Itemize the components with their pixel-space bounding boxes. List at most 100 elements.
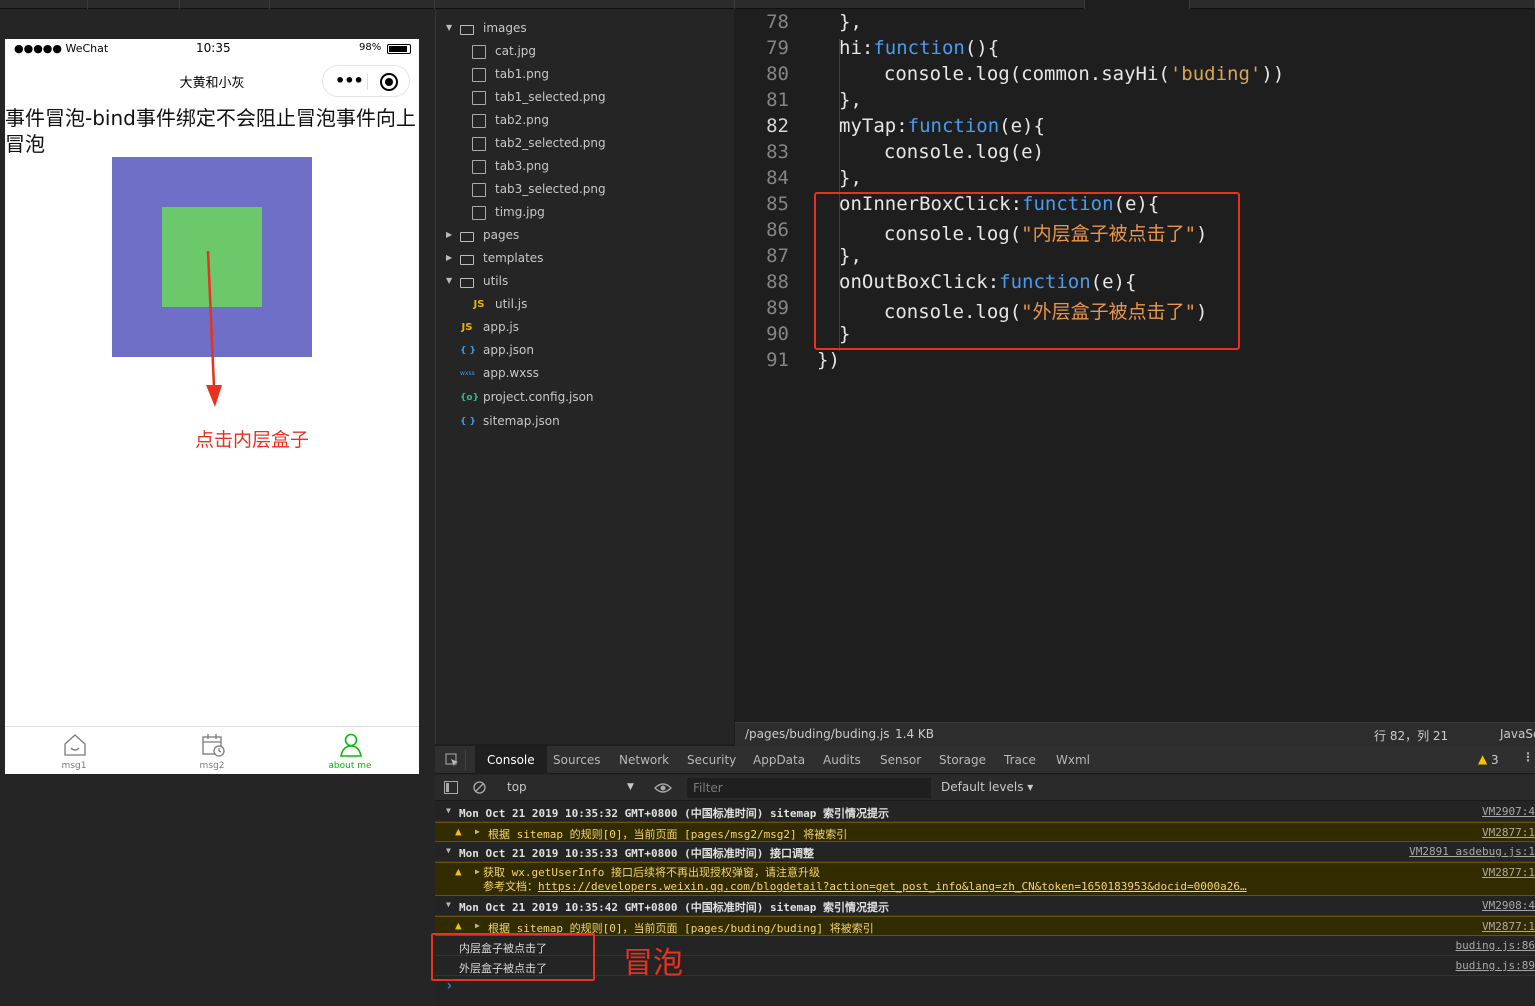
chevron-down-icon[interactable]: ▼ — [446, 276, 452, 285]
file-item[interactable]: tab1.png — [446, 64, 726, 87]
editor-tab-active[interactable] — [1085, 0, 1190, 9]
tab-trace[interactable]: Trace — [1004, 753, 1036, 767]
chevron-down-icon[interactable]: ▼ — [446, 846, 451, 855]
source-link[interactable]: VM2877:1 — [1482, 866, 1535, 879]
carrier-label: ●●●●● WeChat — [14, 42, 109, 55]
close-mini-program-icon[interactable] — [380, 73, 398, 91]
code-line[interactable]: 83 console.log(e) — [735, 141, 1535, 167]
tab-about-me[interactable]: about me — [281, 727, 419, 775]
console-group-row[interactable]: ▼ Mon Oct 21 2019 10:35:42 GMT+0800 (中国标准… — [435, 896, 1535, 916]
editor-tab[interactable] — [270, 0, 435, 9]
file-item[interactable]: wxss app.wxss — [446, 363, 726, 386]
file-item[interactable]: { } sitemap.json — [446, 411, 726, 434]
console-warn-row[interactable]: ▲ ▶ 获取 wx.getUserInfo 接口后续将不再出现授权弹窗，请注意升级参… — [435, 862, 1535, 896]
file-item[interactable]: tab2_selected.png — [446, 133, 726, 156]
tab-network[interactable]: Network — [619, 753, 669, 767]
file-item[interactable]: tab3.png — [446, 156, 726, 179]
code-editor[interactable]: 78}, 79 hi:function(){80 console.log(commo… — [735, 9, 1535, 722]
source-link[interactable]: buding.js:89 — [1456, 959, 1535, 972]
file-name: timg.jpg — [495, 205, 545, 219]
chevron-down-icon[interactable]: ▼ — [627, 782, 634, 792]
cursor-position[interactable]: 行 82，列 21 — [1374, 727, 1448, 744]
warning-text: 获取 wx.getUserInfo 接口后续将不再出现授权弹窗，请注意升级 — [483, 866, 820, 879]
tab-storage[interactable]: Storage — [939, 753, 986, 767]
devtools-menu-icon[interactable]: ⋮ — [1522, 750, 1534, 764]
console-log-row[interactable]: 内层盒子被点击了 buding.js:86 — [435, 936, 1535, 956]
code-line[interactable]: 80 console.log(common.sayHi('buding')) — [735, 63, 1535, 89]
editor-tab[interactable] — [735, 0, 1085, 9]
eye-icon[interactable] — [654, 782, 672, 794]
console-log-row[interactable]: 外层盒子被点击了 buding.js:89 — [435, 956, 1535, 976]
tab-sources[interactable]: Sources — [553, 753, 600, 767]
chevron-right-icon[interactable]: ▶ — [475, 827, 480, 836]
more-menu-button[interactable]: ••• — [335, 71, 364, 90]
sidebar-toggle-icon[interactable] — [444, 781, 458, 794]
code-text: }) — [817, 349, 840, 371]
chevron-down-icon[interactable]: ▼ — [446, 806, 451, 815]
code-line[interactable]: 82 myTap:function(e){ — [735, 115, 1535, 141]
file-item[interactable]: timg.jpg — [446, 202, 726, 225]
folder-item[interactable]: ▼ images — [446, 18, 726, 41]
code-line[interactable]: 84}, — [735, 167, 1535, 193]
folder-item[interactable]: ▼ utils — [446, 271, 726, 294]
source-link[interactable]: VM2908:4 — [1482, 899, 1535, 912]
console-group-row[interactable]: ▼ Mon Oct 21 2019 10:35:33 GMT+0800 (中国标准… — [435, 842, 1535, 862]
tab-msg1[interactable]: msg1 — [5, 727, 143, 775]
folder-item[interactable]: ▶ pages — [446, 225, 726, 248]
file-item[interactable]: tab1_selected.png — [446, 87, 726, 110]
chevron-down-icon[interactable]: ▼ — [446, 23, 452, 32]
file-item[interactable]: tab2.png — [446, 110, 726, 133]
chevron-right-icon[interactable]: ▶ — [475, 921, 480, 930]
file-item[interactable]: {o} project.config.json — [446, 387, 726, 410]
tab-audits[interactable]: Audits — [823, 753, 861, 767]
tab-msg2[interactable]: msg2 — [143, 727, 281, 775]
chevron-right-icon[interactable]: ▶ — [446, 253, 452, 262]
editor-tab[interactable] — [435, 0, 735, 9]
code-line[interactable]: 91}) — [735, 349, 1535, 375]
code-token: (){ — [964, 37, 1000, 59]
file-item[interactable]: tab3_selected.png — [446, 179, 726, 202]
console-warn-row[interactable]: ▲ ▶ 根据 sitemap 的规则[0]，当前页面 [pages/msg2/msg… — [435, 822, 1535, 842]
clear-console-icon[interactable] — [473, 781, 486, 794]
editor-tab[interactable] — [0, 0, 88, 9]
tab-console[interactable]: Console — [475, 746, 547, 774]
log-levels-select[interactable]: Default levels ▾ — [941, 780, 1033, 794]
js-file-icon: JS — [461, 322, 473, 333]
source-link[interactable]: VM2891 asdebug.js:1 — [1409, 845, 1535, 858]
line-number: 83 — [766, 141, 789, 163]
console-filter-input[interactable]: Filter — [687, 778, 931, 798]
file-item[interactable]: { } app.json — [446, 340, 726, 363]
editor-tab[interactable] — [180, 0, 270, 9]
warning-count[interactable]: 3 — [1491, 753, 1499, 767]
editor-tab[interactable] — [88, 0, 180, 9]
tab-security[interactable]: Security — [687, 753, 736, 767]
tab-appdata[interactable]: AppData — [753, 753, 805, 767]
inspect-element-icon[interactable] — [445, 753, 459, 767]
file-item[interactable]: JS util.js — [446, 294, 726, 317]
image-file-icon — [472, 160, 486, 174]
code-text: console.log(e) — [861, 141, 1044, 163]
console-warn-row[interactable]: ▲ ▶ 根据 sitemap 的规则[0]，当前页面 [pages/buding/b… — [435, 916, 1535, 936]
code-line[interactable]: 79 hi:function(){ — [735, 37, 1535, 63]
source-link[interactable]: VM2877:1 — [1482, 826, 1535, 839]
line-number: 91 — [766, 349, 789, 371]
file-item[interactable]: cat.jpg — [446, 41, 726, 64]
chevron-right-icon[interactable]: ▶ — [446, 230, 452, 239]
code-line[interactable]: 81}, — [735, 89, 1535, 115]
chevron-down-icon[interactable]: ▼ — [446, 900, 451, 909]
doc-link[interactable]: https://developers.weixin.qq.com/blogdet… — [538, 880, 1247, 893]
console-group-row[interactable]: ▼ Mon Oct 21 2019 10:35:32 GMT+0800 (中国标准… — [435, 802, 1535, 822]
editor-tab[interactable] — [1190, 0, 1535, 9]
source-link[interactable]: VM2907:4 — [1482, 805, 1535, 818]
folder-item[interactable]: ▶ templates — [446, 248, 726, 271]
chevron-right-icon[interactable]: ▶ — [475, 867, 480, 876]
source-link[interactable]: VM2877:1 — [1482, 920, 1535, 933]
context-select[interactable]: top — [507, 780, 527, 794]
language-mode[interactable]: JavaScript — [1500, 727, 1535, 741]
code-line[interactable]: 78}, — [735, 11, 1535, 37]
warning-icon: ▲ — [455, 865, 462, 878]
tab-wxml[interactable]: Wxml — [1056, 753, 1090, 767]
file-item[interactable]: JS app.js — [446, 317, 726, 340]
tab-sensor[interactable]: Sensor — [880, 753, 921, 767]
source-link[interactable]: buding.js:86 — [1456, 939, 1535, 952]
